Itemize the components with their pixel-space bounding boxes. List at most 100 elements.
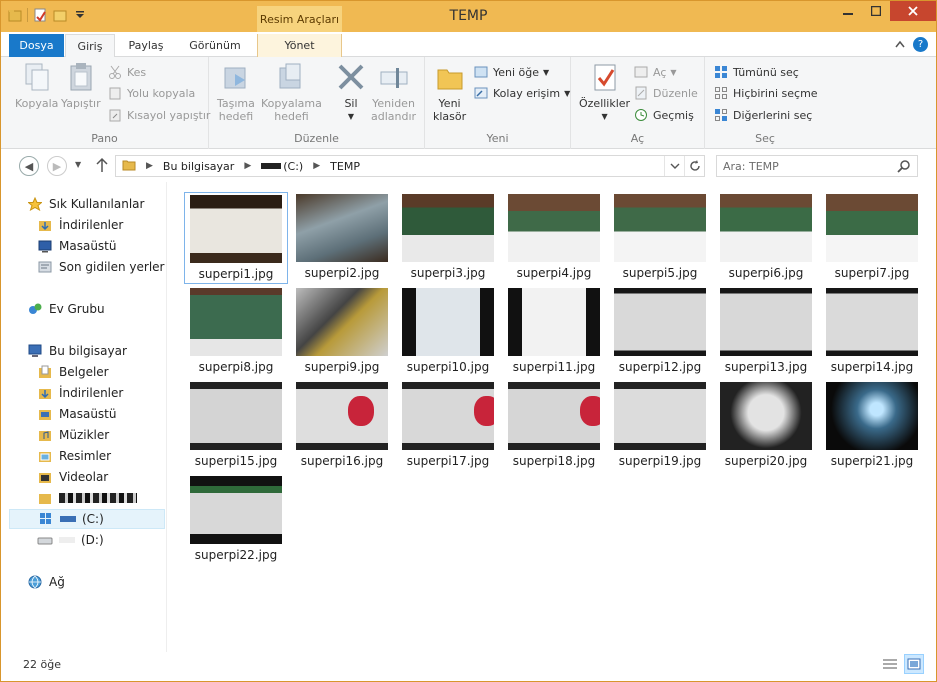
downloads-folder-icon [37,217,53,233]
file-tile[interactable]: superpi4.jpg [502,192,606,284]
nav-documents[interactable]: Belgeler [37,362,109,382]
new-folder-button[interactable]: Yeni klasör [433,61,466,123]
file-tile[interactable]: superpi11.jpg [502,286,606,378]
file-tile[interactable]: superpi15.jpg [184,380,288,472]
file-tile[interactable]: superpi9.jpg [290,286,394,378]
nav-videos[interactable]: Videolar [37,467,108,487]
group-label-new: Yeni [486,132,509,145]
tab-manage[interactable]: Yönet [257,34,342,57]
nav-pc-downloads[interactable]: İndirilenler [37,383,123,403]
details-view-button[interactable] [880,654,900,674]
copy-button[interactable]: Kopyala [15,61,58,110]
file-name: superpi22.jpg [194,548,278,562]
tab-home[interactable]: Giriş [65,34,115,58]
file-tile[interactable]: superpi17.jpg [396,380,500,472]
file-tile[interactable]: superpi16.jpg [290,380,394,472]
invert-selection-button[interactable]: Diğerlerini seç [713,107,812,123]
copy-path-button[interactable]: Yolu kopyala [107,85,195,101]
file-thumbnail [614,194,706,262]
file-tile[interactable]: superpi6.jpg [714,192,818,284]
file-tile[interactable]: superpi14.jpg [820,286,924,378]
file-tile[interactable]: superpi10.jpg [396,286,500,378]
help-icon[interactable]: ? [913,37,928,52]
file-tile[interactable]: superpi8.jpg [184,286,288,378]
file-tile[interactable]: superpi19.jpg [608,380,712,472]
select-none-button[interactable]: Hiçbirini seçme [713,85,818,101]
tab-share[interactable]: Paylaş [117,34,175,57]
nav-music[interactable]: Müzikler [37,425,109,445]
nav-drive-c[interactable]: (C:) [9,509,165,529]
ribbon-collapse-icon[interactable] [895,38,905,51]
file-tile[interactable]: superpi12.jpg [608,286,712,378]
file-tile[interactable]: superpi2.jpg [290,192,394,284]
nav-homegroup[interactable]: Ev Grubu [27,299,105,319]
large-icons-view-button[interactable] [904,654,924,674]
tab-file[interactable]: Dosya [9,34,64,57]
tab-view[interactable]: Görünüm [181,34,249,57]
file-tile[interactable]: superpi22.jpg [184,474,288,566]
file-name: superpi21.jpg [830,454,914,468]
up-button[interactable] [95,157,109,176]
forward-button[interactable]: ▶ [47,156,67,176]
nav-desktop[interactable]: Masaüstü [37,236,116,256]
move-to-button[interactable]: Taşıma hedefi [217,61,255,123]
properties-icon [589,61,621,93]
minimize-button[interactable] [834,1,862,21]
nav-pc-desktop[interactable]: Masaüstü [37,404,116,424]
close-button[interactable] [890,1,936,21]
breadcrumb-drive-c[interactable]: (C:) [261,160,303,173]
copy-to-button[interactable]: Kopyalama hedefi [261,61,322,123]
rename-button[interactable]: Yeniden adlandır [371,61,416,123]
address-bar[interactable]: ▶ Bu bilgisayar ▶ (C:) ▶ TEMP [115,155,705,177]
file-thumbnail [190,288,282,356]
paste-button[interactable]: Yapıştır [61,61,101,110]
maximize-button[interactable] [862,1,890,21]
delete-button[interactable]: Sil ▼ [335,61,367,123]
search-input[interactable]: Ara: TEMP [723,160,779,173]
breadcrumb-temp[interactable]: TEMP [330,160,360,173]
refresh-icon[interactable] [684,156,704,176]
breadcrumb-this-pc[interactable]: Bu bilgisayar [163,160,234,173]
nav-recent-places[interactable]: Son gidilen yerler [37,257,165,277]
nav-redacted-folder[interactable] [37,488,137,508]
select-all-button[interactable]: Tümünü seç [713,64,799,80]
file-tile[interactable]: superpi13.jpg [714,286,818,378]
history-icon [633,107,649,123]
file-tile[interactable]: superpi3.jpg [396,192,500,284]
file-tile[interactable]: superpi1.jpg [184,192,288,284]
file-thumbnail [720,288,812,356]
file-tile[interactable]: superpi7.jpg [820,192,924,284]
search-icon[interactable] [897,159,911,176]
file-name: superpi16.jpg [300,454,384,468]
nav-favorites[interactable]: Sık Kullanılanlar [27,194,144,214]
delete-icon [335,61,367,93]
address-dropdown-icon[interactable] [664,156,684,176]
raspberry-logo-icon [348,396,374,426]
scissors-icon [107,64,123,80]
file-thumbnail [402,382,494,450]
file-name: superpi11.jpg [512,360,596,374]
redacted-label [59,493,137,503]
search-box[interactable]: Ara: TEMP [716,155,918,177]
properties-button[interactable]: Özellikler ▼ [579,61,630,123]
file-name: superpi14.jpg [830,360,914,374]
nav-downloads[interactable]: İndirilenler [37,215,123,235]
new-item-button[interactable]: Yeni öğe ▼ [473,64,549,80]
back-button[interactable]: ◀ [19,156,39,176]
file-tile[interactable]: superpi18.jpg [502,380,606,472]
easy-access-button[interactable]: Kolay erişim ▼ [473,85,570,101]
file-tile[interactable]: superpi20.jpg [714,380,818,472]
recent-locations-icon[interactable]: ▼ [75,160,81,169]
paste-shortcut-button[interactable]: Kısayol yapıştır [107,107,210,123]
file-tile[interactable]: superpi21.jpg [820,380,924,472]
file-name: superpi7.jpg [834,266,910,280]
nav-pictures[interactable]: Resimler [37,446,111,466]
nav-this-pc[interactable]: Bu bilgisayar [27,341,127,361]
edit-button[interactable]: Düzenle [633,85,698,101]
nav-drive-d[interactable]: (D:) [37,530,104,550]
file-tile[interactable]: superpi5.jpg [608,192,712,284]
cut-button[interactable]: Kes [107,64,146,80]
history-button[interactable]: Geçmiş [633,107,694,123]
nav-network[interactable]: Ağ [27,572,65,592]
open-button[interactable]: Aç ▼ [633,64,677,80]
